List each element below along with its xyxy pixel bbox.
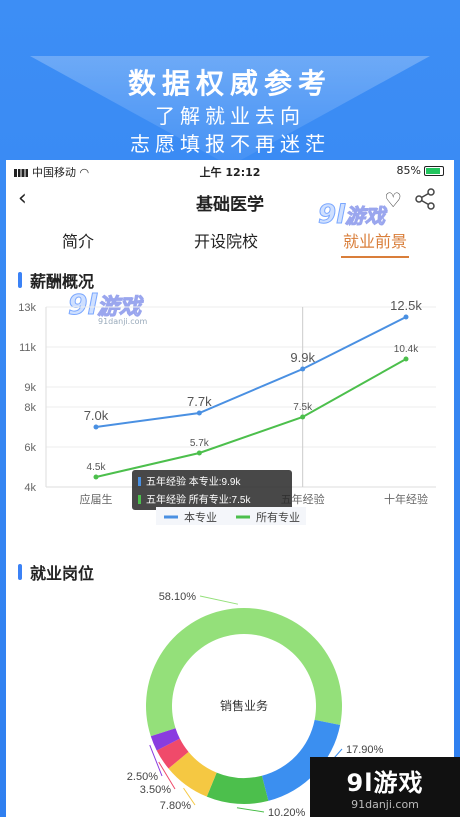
promo-line-1: 了解就业去向 xyxy=(155,104,305,128)
data-point[interactable] xyxy=(93,474,99,480)
tooltip-line-1: 五年经验 本专业:9.9k xyxy=(146,475,241,488)
data-point[interactable] xyxy=(403,356,409,362)
legend-label[interactable]: 所有专业 xyxy=(256,510,300,524)
y-tick-label: 8k xyxy=(24,402,36,414)
promo-banner: 数据权威参考 了解就业去向 志愿填报不再迷茫 xyxy=(0,0,460,166)
corner-url: 91danji.com xyxy=(351,798,419,811)
section-bar xyxy=(18,564,22,580)
battery-percent: 85% xyxy=(396,164,421,177)
section-bar xyxy=(18,272,22,288)
data-point[interactable] xyxy=(300,414,306,420)
x-tick-label: 十年经验 xyxy=(384,492,428,506)
y-tick-label: 9k xyxy=(24,382,36,394)
series-line-1 xyxy=(95,358,407,478)
phone-screen: 中国移动 ◠ 上午 12:12 85% ‹ 基础医学 ♡ 简介 开设院校 就业前… xyxy=(6,160,454,817)
series-line-0 xyxy=(95,316,407,428)
salary-line-chart: 4k6k8k9k11k13k应届生 五年经验 十年经验7.0k7.7k9.9k12.… xyxy=(18,298,436,525)
donut-center-label: 销售业务 xyxy=(220,698,268,713)
slice-label: 7.80% xyxy=(160,800,191,812)
watermark-logo: 9l游戏 xyxy=(317,200,386,231)
status-time: 上午 12:12 xyxy=(199,166,261,179)
promo-line-2: 志愿填报不再迷茫 xyxy=(130,132,330,156)
tab-bar: 简介 开设院校 就业前景 xyxy=(6,222,454,258)
y-tick-label: 11k xyxy=(19,342,36,354)
tab-intro[interactable]: 简介 xyxy=(62,228,94,252)
data-label: 7.7k xyxy=(187,394,212,409)
data-label: 12.5k xyxy=(390,298,422,313)
x-tick-label: 应届生 xyxy=(80,492,113,506)
data-point[interactable] xyxy=(300,366,306,372)
tab-schools[interactable]: 开设院校 xyxy=(194,228,258,252)
slice-label: 58.10% xyxy=(159,591,197,603)
tooltip-line-2: 五年经验 所有专业:7.5k xyxy=(146,493,251,506)
jobs-section-title: 就业岗位 xyxy=(18,560,94,584)
data-label: 9.9k xyxy=(290,350,315,365)
tab-employment[interactable]: 就业前景 xyxy=(340,228,410,258)
nav-bar: ‹ 基础医学 ♡ xyxy=(6,182,454,220)
donut-slice[interactable] xyxy=(206,772,269,804)
corner-watermark: 9l游戏 91danji.com xyxy=(310,757,460,817)
promo-headline: 数据权威参考 xyxy=(127,67,332,100)
favorite-heart-icon[interactable]: ♡ xyxy=(384,188,402,212)
data-label: 4.5k xyxy=(87,462,107,473)
data-label: 10.4k xyxy=(394,344,419,355)
slice-label: 2.50% xyxy=(127,771,158,783)
data-point[interactable] xyxy=(196,410,202,416)
status-bar: 中国移动 ◠ 上午 12:12 85% xyxy=(6,160,454,182)
y-tick-label: 6k xyxy=(24,442,36,454)
battery-icon xyxy=(424,165,444,176)
data-point[interactable] xyxy=(403,314,409,320)
data-label: 5.7k xyxy=(190,438,210,449)
slice-leader-line xyxy=(236,807,265,813)
data-label: 7.0k xyxy=(84,408,109,423)
tooltip-swatch xyxy=(138,495,141,504)
data-point[interactable] xyxy=(93,424,99,430)
data-point[interactable] xyxy=(196,450,202,456)
data-label: 7.5k xyxy=(293,402,313,413)
slice-leader-line xyxy=(199,595,239,605)
tooltip-swatch xyxy=(138,477,141,486)
y-tick-label: 4k xyxy=(24,482,36,494)
slice-label: 3.50% xyxy=(140,784,171,796)
share-icon[interactable] xyxy=(414,188,436,210)
corner-brand: 9l游戏 xyxy=(346,769,424,797)
slice-label: 10.20% xyxy=(268,807,306,817)
donut-slice[interactable] xyxy=(146,608,342,737)
legend-label[interactable]: 本专业 xyxy=(184,510,217,524)
slice-label: 17.90% xyxy=(346,744,384,756)
y-tick-label: 13k xyxy=(18,302,36,314)
